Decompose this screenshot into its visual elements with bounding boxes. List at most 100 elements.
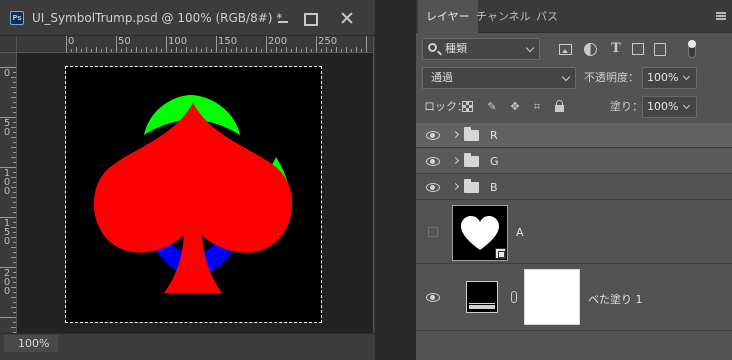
smart-object-filter-icon[interactable]	[654, 43, 666, 56]
ruler-tick	[11, 147, 16, 148]
lock-artboard-icon[interactable]: ⌗	[530, 100, 544, 114]
layer-thumbnail[interactable]	[452, 205, 508, 261]
zoom-level[interactable]: 100%	[4, 335, 58, 352]
ruler-tick	[166, 36, 167, 52]
ruler-tick	[111, 49, 112, 52]
chevron-right-icon[interactable]	[451, 130, 460, 139]
ruler-tick	[11, 137, 16, 138]
canvas-area[interactable]	[17, 53, 373, 333]
ruler-tick	[13, 292, 16, 293]
ruler-tick	[136, 47, 137, 52]
ruler-tick	[11, 227, 16, 228]
layer-name: R	[490, 129, 498, 142]
vertical-ruler[interactable]: 0 50 100 150 200	[0, 53, 17, 333]
ruler-tick	[231, 49, 232, 52]
ruler-tick	[13, 222, 16, 223]
ruler-tick	[196, 47, 197, 52]
ruler-tick	[311, 49, 312, 52]
ruler-tick	[11, 277, 16, 278]
ruler-label: 50	[3, 118, 11, 138]
ruler-tick	[11, 177, 16, 178]
ruler-label: 0	[3, 68, 11, 79]
document-title-bar[interactable]: Ps UI_SymbolTrump.psd @ 100% (RGB/8#) *	[0, 0, 375, 36]
layer-row-a[interactable]: A	[416, 200, 732, 264]
layer-mask-thumbnail[interactable]	[524, 269, 580, 325]
blend-mode-select[interactable]: 通過	[422, 67, 576, 89]
ruler-tick	[13, 242, 16, 243]
eye-icon[interactable]	[426, 183, 440, 192]
horizontal-ruler[interactable]: 0 50 100 150 200 250	[17, 36, 373, 53]
layer-row-b[interactable]: B	[416, 175, 732, 200]
eye-icon[interactable]	[426, 157, 440, 166]
layer-name: B	[490, 181, 498, 194]
image-filter-icon[interactable]	[559, 44, 572, 55]
opacity-field[interactable]: 100%	[642, 67, 697, 89]
ruler-tick	[331, 49, 332, 52]
minimize-button[interactable]	[270, 7, 296, 29]
lock-position-icon[interactable]: ✥	[508, 100, 522, 114]
ruler-tick	[316, 36, 317, 52]
lock-all-icon[interactable]	[555, 100, 564, 112]
ruler-tick	[236, 47, 237, 52]
shape-filter-icon[interactable]	[632, 43, 644, 55]
ruler-tick	[291, 49, 292, 52]
maximize-button[interactable]	[296, 7, 322, 29]
ruler-label: 150	[3, 218, 11, 247]
layer-name: A	[516, 226, 524, 239]
layer-row-r[interactable]: R	[416, 123, 732, 148]
ruler-tick	[11, 157, 16, 158]
visibility-toggle[interactable]	[428, 227, 438, 237]
lock-transparent-icon[interactable]	[462, 101, 473, 112]
chevron-down-icon	[525, 43, 535, 53]
kind-filter-select[interactable]: 種類	[422, 38, 540, 60]
fill-label: 塗り：	[610, 100, 643, 113]
layer-row-fill[interactable]: ベた塗り 1	[416, 265, 732, 331]
selection-marquee	[65, 66, 322, 323]
eye-icon[interactable]	[426, 131, 440, 140]
ruler-tick	[116, 36, 117, 52]
close-button[interactable]	[334, 7, 360, 29]
ruler-tick	[81, 49, 82, 52]
ruler-tick	[11, 97, 16, 98]
ruler-tick	[13, 102, 16, 103]
ruler-tick	[13, 192, 16, 193]
folder-icon	[464, 179, 479, 193]
filter-toggle[interactable]	[688, 40, 696, 58]
ruler-tick	[326, 47, 327, 52]
folder-icon	[464, 153, 479, 167]
link-icon[interactable]	[511, 291, 517, 303]
adjustment-filter-icon[interactable]	[584, 43, 597, 56]
ruler-tick	[13, 252, 16, 253]
fill-layer-thumbnail[interactable]	[466, 281, 498, 313]
ruler-tick	[91, 49, 92, 52]
layer-row-g[interactable]: G	[416, 149, 732, 174]
chevron-right-icon[interactable]	[451, 156, 460, 165]
eye-icon[interactable]	[426, 293, 440, 302]
blend-row: 通過 不透明度： 100%	[416, 65, 732, 91]
lock-image-icon[interactable]: ✎	[485, 100, 499, 114]
ruler-tick	[126, 47, 127, 52]
ruler-label: 100	[3, 168, 11, 197]
document-title: UI_SymbolTrump.psd @ 100% (RGB/8#) *	[32, 11, 283, 25]
ruler-tick	[13, 82, 16, 83]
ruler-tick	[186, 47, 187, 52]
ruler-tick	[201, 49, 202, 52]
ruler-tick	[296, 47, 297, 52]
chevron-right-icon[interactable]	[451, 182, 460, 191]
layer-name: G	[490, 155, 499, 168]
ruler-tick	[13, 132, 16, 133]
ruler-origin[interactable]	[0, 36, 17, 53]
ruler-tick	[13, 142, 16, 143]
tab-paths[interactable]: パス	[528, 0, 566, 33]
fill-field[interactable]: 100%	[642, 96, 697, 118]
chevron-down-icon	[561, 72, 571, 82]
panel-menu-icon[interactable]	[716, 12, 726, 20]
ruler-tick	[13, 92, 16, 93]
ruler-tick	[106, 47, 107, 52]
ruler-tick	[261, 49, 262, 52]
ruler-tick	[0, 317, 16, 318]
ruler-tick	[13, 262, 16, 263]
ruler-tick	[351, 49, 352, 52]
ruler-tick	[171, 49, 172, 52]
type-filter-icon[interactable]: T	[608, 41, 624, 57]
